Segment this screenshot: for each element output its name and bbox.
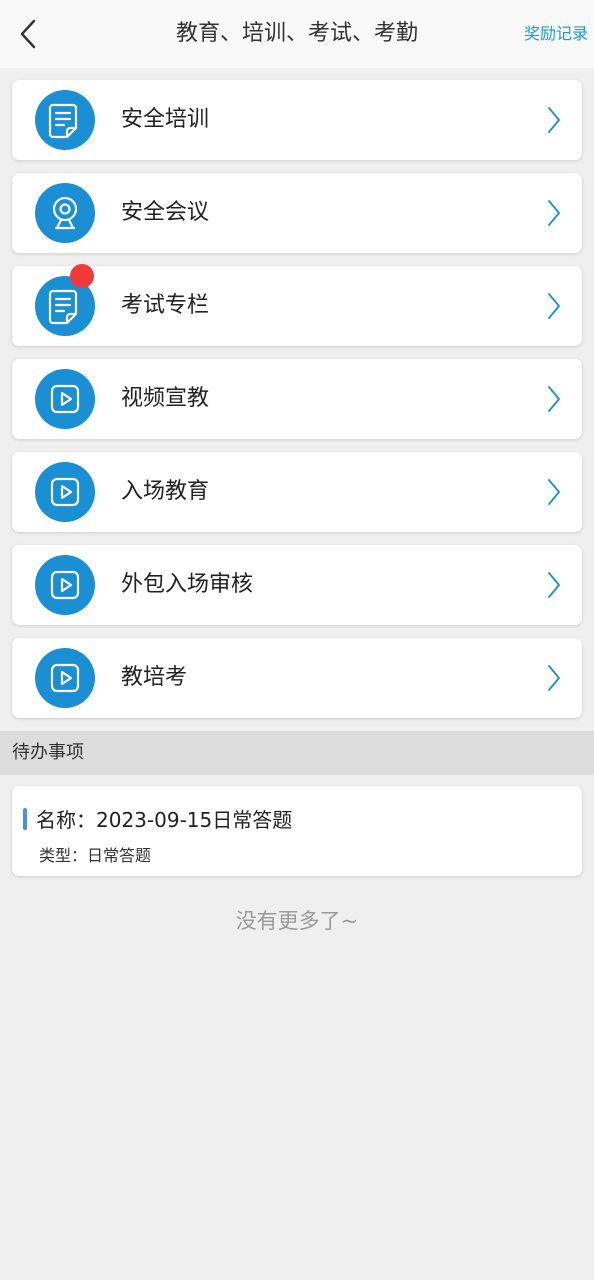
- no-more-text: 没有更多了~: [235, 909, 359, 933]
- back-button[interactable]: [8, 12, 48, 56]
- menu-item-label: 外包入场审核: [121, 572, 254, 597]
- menu-item-label: 视频宣教: [121, 386, 210, 411]
- todo-name-label: 名称：: [36, 808, 96, 832]
- menu-list: 安全培训 安全会议 考试专栏 视频宣教 入场教育 外包入场审核 教培考: [12, 80, 582, 731]
- header-bar: 教育、培训、考试、考勤 奖励记录: [0, 0, 594, 68]
- play-icon: [35, 369, 95, 429]
- menu-item-label: 安全会议: [121, 200, 210, 225]
- chevron-right-icon: [548, 107, 560, 133]
- todo-name-row: 名称：2023-09-15日常答题: [36, 804, 292, 833]
- menu-item-safety-meeting[interactable]: 安全会议: [12, 173, 582, 253]
- chevron-right-icon: [548, 200, 560, 226]
- todo-name-value: 2023-09-15日常答题: [96, 808, 293, 832]
- menu-item-teach-train-exam[interactable]: 教培考: [12, 638, 582, 718]
- todo-section-header: 待办事项: [0, 731, 594, 775]
- chevron-right-icon: [548, 479, 560, 505]
- todo-type-row: 类型：日常答题: [39, 842, 151, 866]
- todo-type-label: 类型：: [39, 846, 88, 865]
- todo-item[interactable]: 名称：2023-09-15日常答题 类型：日常答题: [12, 786, 582, 876]
- menu-item-outsourcing-review[interactable]: 外包入场审核: [12, 545, 582, 625]
- chevron-right-icon: [548, 386, 560, 412]
- todo-type-value: 日常答题: [87, 846, 152, 865]
- menu-item-entry-education[interactable]: 入场教育: [12, 452, 582, 532]
- play-icon: [35, 462, 95, 522]
- play-icon: [35, 648, 95, 708]
- menu-item-label: 教培考: [121, 665, 188, 690]
- menu-item-label: 入场教育: [121, 479, 210, 504]
- menu-item-label: 安全培训: [121, 107, 210, 132]
- chevron-left-icon: [20, 19, 36, 49]
- menu-item-exam-column[interactable]: 考试专栏: [12, 264, 582, 346]
- menu-item-video-education[interactable]: 视频宣教: [12, 359, 582, 439]
- page-title: 教育、培训、考试、考勤: [175, 21, 418, 46]
- menu-item-label: 考试专栏: [121, 293, 210, 318]
- chevron-right-icon: [548, 293, 560, 319]
- document-icon: [35, 90, 95, 150]
- section-title: 待办事项: [12, 742, 84, 763]
- menu-item-safety-training[interactable]: 安全培训: [12, 80, 582, 160]
- webcam-icon: [35, 183, 95, 243]
- reward-records-link[interactable]: 奖励记录: [524, 0, 588, 68]
- chevron-right-icon: [548, 572, 560, 598]
- notification-badge: [70, 264, 94, 288]
- accent-bar: [23, 808, 27, 830]
- chevron-right-icon: [548, 665, 560, 691]
- play-icon: [35, 555, 95, 615]
